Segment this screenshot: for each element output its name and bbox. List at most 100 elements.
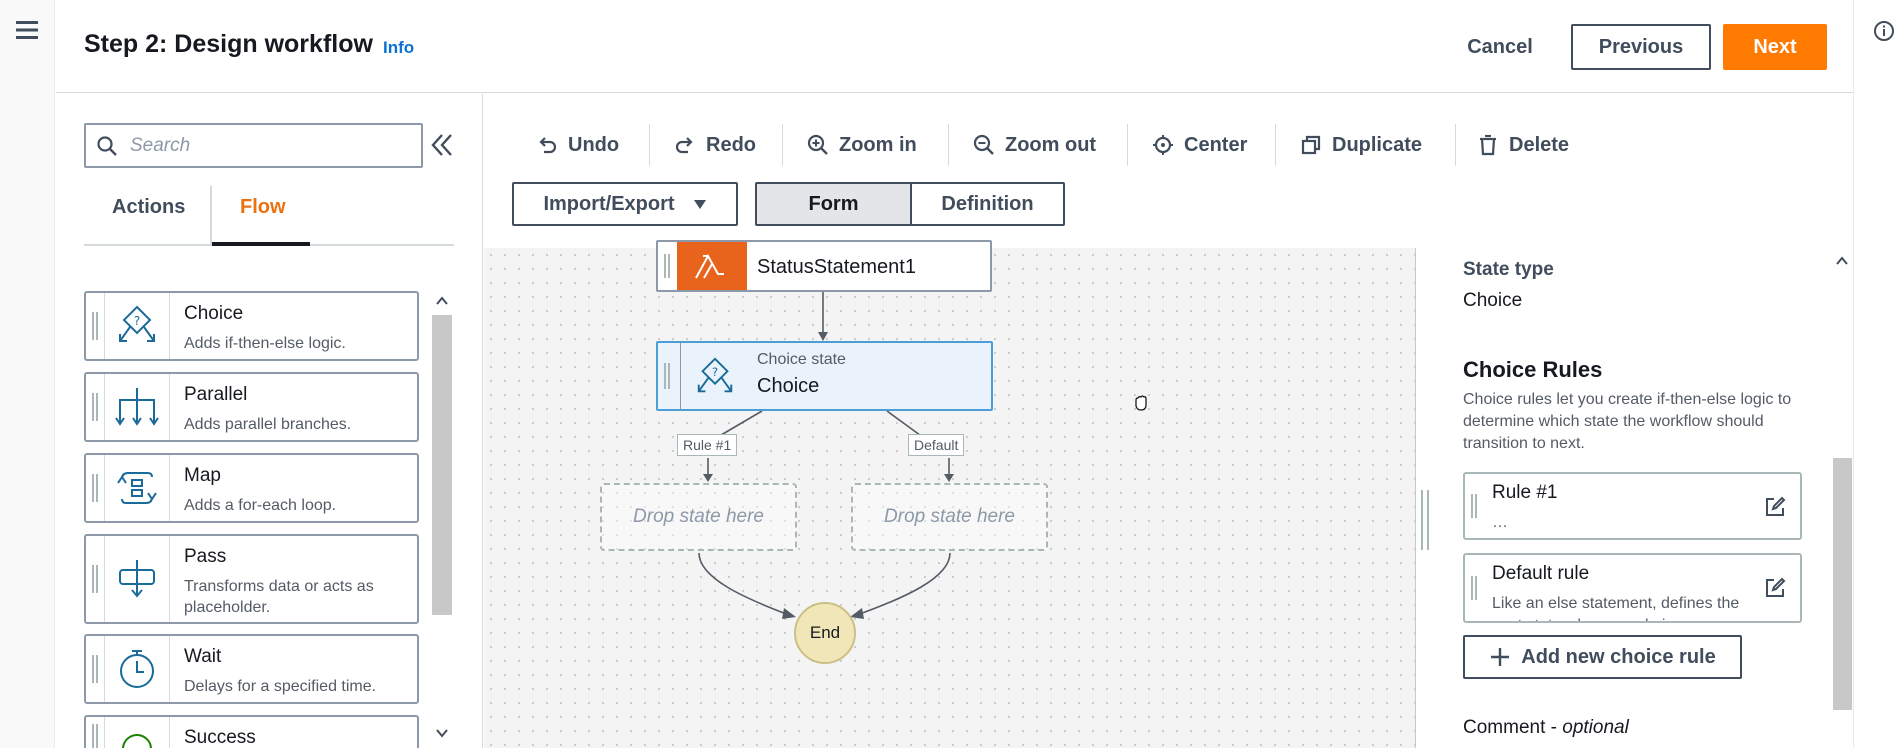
wait-icon — [120, 650, 154, 688]
palette-item-choice[interactable]: ? Choice Adds if-then-else logic. — [84, 291, 419, 361]
redo-button[interactable]: Redo — [674, 128, 756, 162]
end-node[interactable]: End — [794, 602, 856, 664]
success-icon-box — [104, 717, 170, 748]
card-title: Map — [184, 465, 221, 486]
parallel-icon — [115, 388, 159, 426]
edge-label-rule-1[interactable]: Rule #1 — [677, 434, 738, 456]
import-export-label: Import/Export — [543, 192, 675, 215]
toolbar-separator — [649, 124, 650, 166]
info-circle-icon[interactable] — [1873, 20, 1894, 42]
palette-scrollbar-thumb[interactable] — [432, 315, 452, 615]
zoom-out-button[interactable]: Zoom out — [973, 128, 1096, 162]
drag-handle-icon[interactable] — [92, 565, 98, 593]
rule-description: … — [1492, 514, 1508, 531]
choice-rules-heading: Choice Rules — [1463, 357, 1603, 382]
plus-icon — [1491, 648, 1510, 666]
drag-handle-icon[interactable] — [92, 474, 98, 502]
info-link[interactable]: Info — [383, 38, 414, 58]
inspector-divider — [1415, 248, 1416, 748]
edit-icon[interactable] — [1764, 496, 1786, 518]
card-title: Pass — [184, 546, 227, 567]
definition-toggle[interactable]: Definition — [910, 182, 1065, 226]
palette-item-map[interactable]: Map Adds a for-each loop. — [84, 453, 419, 523]
add-choice-rule-button[interactable]: Add new choice rule — [1463, 635, 1742, 679]
delete-label: Delete — [1509, 133, 1570, 156]
drag-handle-icon[interactable] — [92, 723, 98, 748]
rule-title: Rule #1 — [1492, 482, 1558, 503]
node-divider — [680, 343, 681, 409]
drag-handle-icon[interactable] — [92, 655, 98, 683]
next-button[interactable]: Next — [1723, 24, 1827, 70]
drop-zone-left[interactable]: Drop state here — [600, 483, 797, 551]
card-description: Adds a for-each loop. — [184, 497, 337, 514]
app-root: Step 2: Design workflow Info Cancel Prev… — [0, 0, 1894, 748]
rule-card-default[interactable]: Default rule Like an else statement, def… — [1463, 553, 1802, 623]
pass-icon-box — [104, 536, 170, 622]
success-icon — [122, 733, 152, 748]
center-label: Center — [1184, 133, 1248, 156]
caret-down-icon — [693, 200, 706, 209]
card-title: Wait — [184, 646, 222, 667]
import-export-dropdown[interactable]: Import/Export — [512, 182, 738, 226]
lambda-icon-box — [677, 242, 747, 290]
wait-icon-box — [104, 636, 170, 702]
choice-rules-help: Choice rules let you create if-then-else… — [1463, 391, 1792, 452]
zoom-out-icon — [973, 134, 994, 155]
drop-zone-right[interactable]: Drop state here — [851, 483, 1048, 551]
tab-actions[interactable]: Actions — [112, 196, 185, 219]
toolbar-separator — [1275, 124, 1276, 166]
redo-label: Redo — [706, 133, 756, 156]
center-button[interactable]: Center — [1152, 128, 1247, 162]
edge-label-default[interactable]: Default — [908, 434, 965, 456]
search-input[interactable]: Search — [84, 123, 423, 168]
left-nav-strip — [0, 0, 55, 748]
edit-icon[interactable] — [1764, 577, 1786, 599]
undo-icon — [539, 137, 557, 154]
tab-separator — [210, 186, 212, 244]
state-node-label: StatusStatement1 — [757, 256, 916, 278]
svg-text:?: ? — [134, 314, 140, 328]
tab-flow[interactable]: Flow — [240, 196, 286, 219]
choice-node-icon-box: ? — [682, 353, 748, 401]
panel-resize-handle[interactable] — [1421, 490, 1429, 550]
rule-title: Default rule — [1492, 563, 1590, 584]
palette-item-parallel[interactable]: Parallel Adds parallel branches. — [84, 372, 419, 442]
drag-handle-icon[interactable] — [92, 312, 98, 340]
card-title: Parallel — [184, 384, 248, 405]
form-toggle[interactable]: Form — [755, 182, 912, 226]
scroll-up-icon[interactable] — [433, 292, 451, 310]
card-title: Success — [184, 727, 256, 748]
duplicate-icon — [1301, 135, 1321, 155]
scroll-down-icon[interactable] — [433, 724, 451, 742]
scroll-up-icon[interactable] — [1833, 252, 1851, 270]
collapse-panel-icon[interactable] — [430, 132, 454, 158]
hamburger-menu-icon[interactable] — [14, 18, 42, 42]
palette-item-success[interactable]: Success — [84, 715, 419, 748]
rule-description: Like an else statement, defines the next… — [1492, 595, 1740, 621]
comment-label-text: Comment — [1463, 717, 1546, 738]
drag-handle-icon[interactable] — [664, 363, 670, 389]
inspector-scrollbar-thumb[interactable] — [1833, 458, 1852, 710]
palette-item-pass[interactable]: Pass Transforms data or acts as placehol… — [84, 534, 419, 624]
center-icon — [1153, 135, 1173, 155]
toolbar-separator — [1455, 124, 1456, 166]
pass-icon — [119, 560, 155, 598]
delete-button[interactable]: Delete — [1477, 128, 1569, 162]
drag-handle-icon[interactable] — [1471, 576, 1477, 600]
state-node-label: Choice — [757, 375, 820, 397]
comment-optional-text: optional — [1562, 717, 1629, 738]
duplicate-button[interactable]: Duplicate — [1300, 128, 1422, 162]
cancel-button[interactable]: Cancel — [1450, 24, 1550, 70]
drag-handle-icon[interactable] — [1471, 494, 1477, 518]
zoom-in-button[interactable]: Zoom in — [807, 128, 917, 162]
duplicate-label: Duplicate — [1332, 133, 1423, 156]
rule-card-rule-1[interactable]: Rule #1 … — [1463, 472, 1802, 540]
search-icon — [97, 136, 117, 156]
previous-button[interactable]: Previous — [1571, 24, 1711, 70]
drag-handle-icon[interactable] — [664, 254, 670, 278]
palette-item-wait[interactable]: Wait Delays for a specified time. — [84, 634, 419, 704]
trash-icon — [1480, 134, 1496, 156]
toolbar-separator — [1127, 124, 1128, 166]
drag-handle-icon[interactable] — [92, 393, 98, 421]
undo-button[interactable]: Undo — [536, 128, 619, 162]
